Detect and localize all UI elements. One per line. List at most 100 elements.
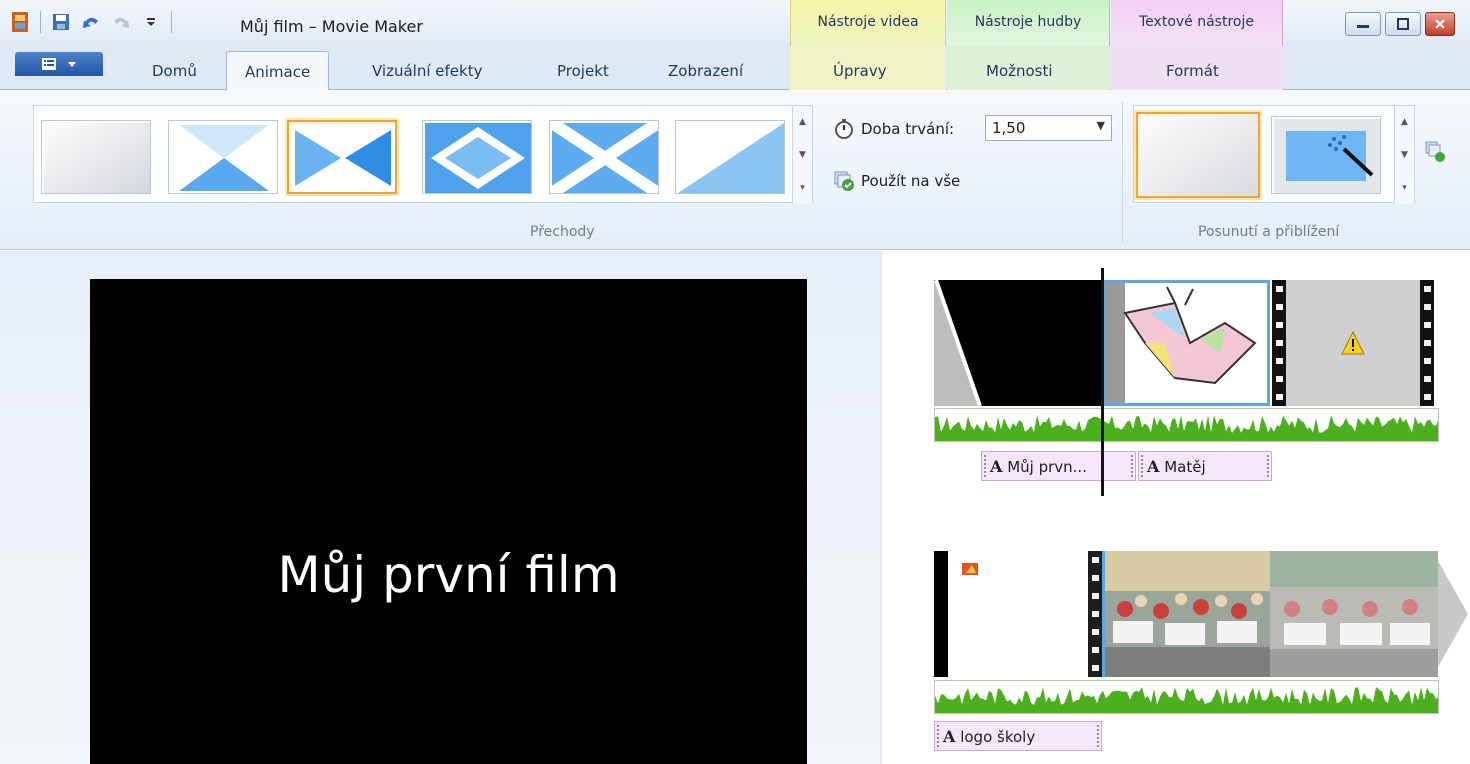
- pan-zoom-scroll-up-button[interactable]: ▲: [1401, 117, 1408, 127]
- caption-grip: [1267, 455, 1269, 477]
- clip-drawing[interactable]: [1102, 280, 1270, 406]
- pan-zoom-none-icon: [1140, 116, 1258, 196]
- pan-zoom-automatic[interactable]: [1271, 116, 1381, 194]
- chevron-right-icon: [1438, 561, 1468, 667]
- gallery-expand-button[interactable]: ▾: [800, 183, 805, 193]
- pan-zoom-expand-button[interactable]: ▾: [1402, 183, 1407, 193]
- close-button[interactable]: [1425, 12, 1455, 36]
- apply-all-icon: [834, 171, 854, 191]
- group-label-pan-zoom: Posunutí a přiblížení: [1198, 224, 1340, 240]
- app-menu-icon: [42, 58, 56, 70]
- tab-animations[interactable]: Animace: [226, 51, 330, 91]
- caption-item[interactable]: A Můj prvn...: [981, 451, 1136, 481]
- class-photo-thumbnail: [1105, 551, 1270, 677]
- transition-bowtie-vertical[interactable]: [168, 120, 278, 194]
- tab-options[interactable]: Možnosti: [986, 62, 1053, 80]
- duration-row: Doba trvání:: [833, 118, 954, 140]
- redo-icon[interactable]: [111, 12, 131, 32]
- caption-grip: [984, 455, 986, 477]
- apply-to-all-label: Použít na vše: [861, 172, 961, 190]
- transition-wipe-mark: [934, 279, 982, 407]
- pan-zoom-apply-all-button[interactable]: [1424, 140, 1450, 170]
- music-track-2[interactable]: [934, 680, 1439, 714]
- waveform-shape: [935, 415, 1438, 441]
- customize-qat-icon[interactable]: [141, 12, 161, 32]
- film-strip-edge: [1088, 551, 1102, 677]
- context-group-video-tools: Nástroje videa: [790, 0, 946, 46]
- transition-bowtie-horizontal-icon: [291, 124, 395, 192]
- caption-item[interactable]: A logo školy: [934, 721, 1102, 751]
- app-menu-button[interactable]: [15, 52, 103, 76]
- group-separator: [1122, 102, 1123, 242]
- tab-view[interactable]: Zobrazení: [668, 62, 743, 80]
- window-controls: [1345, 12, 1455, 36]
- preview-pane: Můj první film: [0, 251, 880, 764]
- gallery-scroll-buttons: ▲ ▼ ▾: [792, 106, 812, 204]
- pane-splitter[interactable]: [880, 251, 883, 764]
- caption-grip: [1141, 455, 1143, 477]
- separator: [171, 11, 172, 33]
- tab-project[interactable]: Projekt: [557, 62, 609, 80]
- stopwatch-icon: [835, 119, 853, 139]
- caption-text: logo školy: [960, 728, 1036, 746]
- tab-visual-effects[interactable]: Vizuální efekty: [372, 62, 482, 80]
- preview-monitor[interactable]: Můj první film: [90, 279, 807, 764]
- context-group-music-tools: Nástroje hudby: [947, 0, 1110, 46]
- caption-item[interactable]: A Matěj: [1138, 451, 1272, 481]
- tab-format[interactable]: Formát: [1166, 62, 1219, 80]
- chevron-down-icon: [68, 62, 76, 67]
- next-clip-arrow[interactable]: [1438, 551, 1470, 677]
- transition-diagonal-icon: [678, 123, 784, 193]
- clip-edge-black: [934, 551, 948, 677]
- clip-missing[interactable]: [1286, 280, 1420, 406]
- transition-none[interactable]: [41, 120, 151, 194]
- film-strip-edge: [1420, 280, 1434, 406]
- save-icon[interactable]: [51, 12, 71, 32]
- context-group-text-tools: Textové nástroje: [1111, 0, 1283, 46]
- pan-zoom-scroll-down-button[interactable]: ▼: [1401, 150, 1408, 160]
- transition-diamond-icon: [425, 123, 531, 193]
- duration-value: 1,50: [992, 119, 1026, 137]
- pan-zoom-none[interactable]: [1134, 110, 1262, 200]
- warning-icon: [1341, 330, 1365, 355]
- playhead[interactable]: [1101, 268, 1104, 496]
- gallery-scroll-down-button[interactable]: ▼: [799, 150, 806, 160]
- magic-wand-icon: [1274, 119, 1380, 193]
- tab-home[interactable]: Domů: [152, 62, 197, 80]
- caption-text: Matěj: [1164, 458, 1206, 476]
- clip-title-black[interactable]: [934, 279, 1102, 407]
- restore-button[interactable]: [1385, 12, 1421, 36]
- clip-class-photo-2[interactable]: [1270, 551, 1438, 677]
- transition-bowtie-horizontal[interactable]: [285, 118, 399, 196]
- clip-logo[interactable]: [948, 551, 1088, 677]
- transition-diagonal[interactable]: [675, 120, 785, 194]
- separator: [40, 11, 41, 33]
- duration-label: Doba trvání:: [861, 120, 955, 138]
- pan-zoom-gallery: ▲ ▼ ▾: [1133, 105, 1415, 204]
- class-photo-thumbnail: [1270, 551, 1438, 677]
- chevron-down-icon: ▼: [1096, 119, 1105, 132]
- logo-thumbnail-icon: [962, 563, 978, 575]
- gallery-scroll-up-button[interactable]: ▲: [799, 117, 806, 127]
- caption-text: Můj prvn...: [1007, 458, 1087, 476]
- clip-class-photo-1[interactable]: [1102, 551, 1270, 677]
- minimize-button[interactable]: [1345, 12, 1381, 36]
- duration-combobox[interactable]: 1,50 ▼: [985, 115, 1112, 141]
- caption-glyph: A: [943, 727, 956, 746]
- transition-cross-icon: [552, 123, 658, 193]
- ribbon-tab-row: Domů Animace Vizuální efekty Projekt Zob…: [0, 46, 1470, 91]
- clip-drawing-thumbnail: [1105, 283, 1257, 403]
- tab-edit[interactable]: Úpravy: [833, 62, 887, 80]
- apply-to-all-button[interactable]: Použít na vše: [833, 170, 960, 192]
- caption-grip: [1131, 455, 1133, 477]
- transition-cross[interactable]: [549, 120, 659, 194]
- caption-glyph: A: [990, 457, 1003, 476]
- film-strip-icon[interactable]: [10, 12, 30, 32]
- caption-grip: [1097, 725, 1099, 747]
- transition-diamond[interactable]: [422, 120, 532, 194]
- audio-waveform: [935, 687, 1438, 713]
- undo-icon[interactable]: [81, 12, 101, 32]
- apply-all-icon: [1425, 141, 1445, 162]
- waveform-shape: [935, 687, 1438, 713]
- music-track-1[interactable]: [934, 408, 1439, 442]
